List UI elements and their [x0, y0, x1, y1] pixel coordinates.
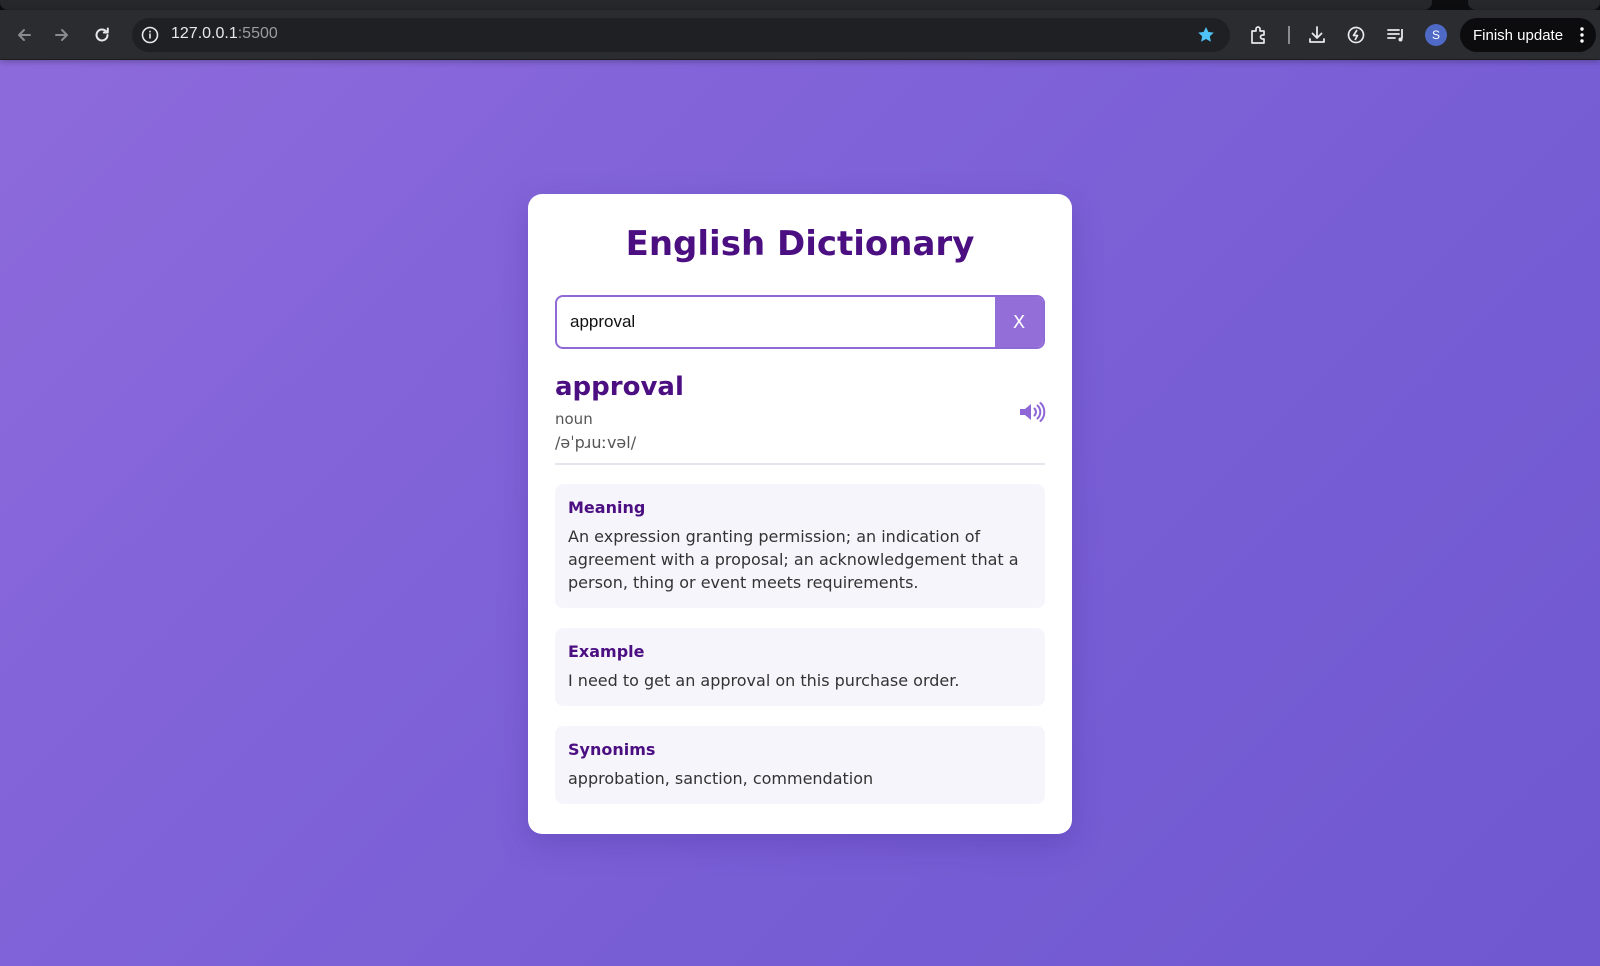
star-icon[interactable]: [1196, 25, 1216, 45]
tab[interactable]: [1468, 0, 1600, 10]
search-input[interactable]: [557, 297, 997, 347]
result-word: approval: [555, 372, 684, 402]
url-port: :5500: [237, 25, 278, 42]
part-of-speech: noun: [555, 410, 593, 428]
extensions-icon[interactable]: [1247, 23, 1271, 47]
example-heading: Example: [568, 642, 645, 661]
finish-update-label: Finish update: [1473, 26, 1564, 44]
url-text[interactable]: 127.0.0.1:5500: [171, 25, 278, 43]
divider: [555, 463, 1045, 465]
browser-toolbar: 127.0.0.1:5500 S Finish update: [0, 10, 1600, 60]
download-icon[interactable]: [1305, 23, 1329, 47]
search-box: X: [555, 295, 1045, 349]
profile-avatar[interactable]: S: [1425, 24, 1447, 46]
address-bar[interactable]: 127.0.0.1:5500: [132, 18, 1230, 52]
synonyms-heading: Synonims: [568, 740, 656, 759]
example-text: I need to get an approval on this purcha…: [568, 671, 960, 690]
menu-dots-icon[interactable]: [1580, 27, 1584, 43]
example-section: Example I need to get an approval on thi…: [555, 628, 1045, 706]
speaker-icon[interactable]: [1018, 400, 1046, 424]
clear-button[interactable]: X: [995, 297, 1043, 347]
synonyms-text: approbation, sanction, commendation: [568, 769, 874, 788]
reading-list-icon[interactable]: [1384, 23, 1408, 47]
finish-update-button[interactable]: Finish update: [1460, 18, 1596, 52]
meaning-text: An expression granting permission; an in…: [568, 527, 1019, 592]
url-host: 127.0.0.1: [171, 25, 238, 42]
reload-icon[interactable]: [90, 23, 114, 47]
synonyms-section: Synonims approbation, sanction, commenda…: [555, 726, 1045, 804]
info-icon[interactable]: [140, 25, 160, 45]
meaning-section: Meaning An expression granting permissio…: [555, 484, 1045, 608]
active-tab[interactable]: [0, 0, 1432, 10]
phonetic: /əˈpɹuːvəl/: [555, 433, 637, 452]
dictionary-card: English Dictionary X approval noun /əˈpɹ…: [528, 194, 1072, 834]
back-icon[interactable]: [12, 23, 36, 47]
meaning-heading: Meaning: [568, 498, 646, 517]
forward-icon[interactable]: [50, 23, 74, 47]
performance-icon[interactable]: [1344, 23, 1368, 47]
toolbar-separator: [1288, 26, 1290, 44]
page-title: English Dictionary: [625, 224, 975, 264]
